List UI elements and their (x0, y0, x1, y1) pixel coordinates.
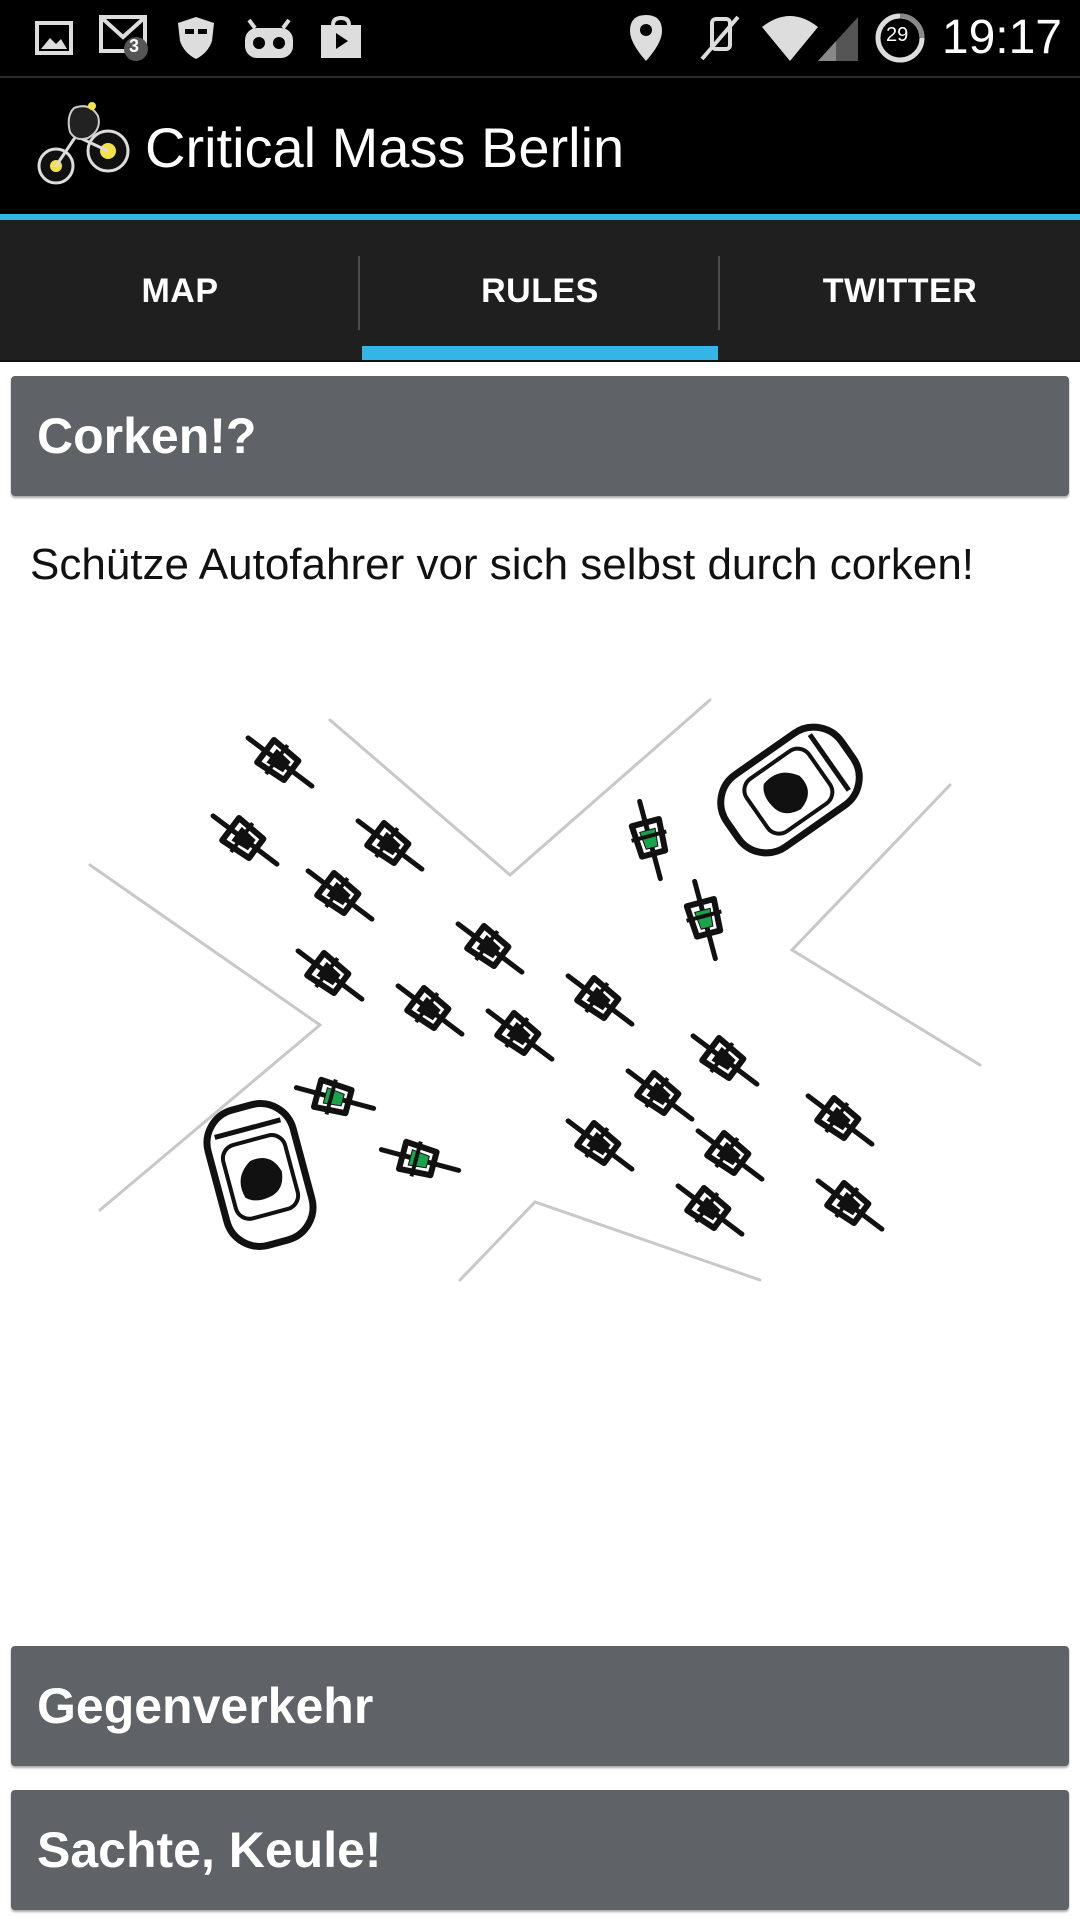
rule-header-gegenverkehr[interactable]: Gegenverkehr (11, 1646, 1069, 1766)
rule-title: Sachte, Keule! (37, 1822, 382, 1878)
location-icon (624, 10, 668, 66)
bicycle-logo-icon[interactable] (36, 96, 136, 196)
rule-title: Gegenverkehr (37, 1678, 374, 1734)
tab-map[interactable]: MAP (0, 220, 360, 362)
tab-bar-divider (0, 360, 1080, 362)
wifi-icon (760, 10, 820, 66)
status-bar: 3 29 19:17 (0, 0, 1080, 76)
tab-rules[interactable]: RULES (360, 220, 720, 362)
tab-twitter-label: TWITTER (822, 271, 978, 310)
tab-rules-label: RULES (481, 271, 599, 310)
corking-intersection-illustration (88, 698, 982, 1282)
rule-header-corken[interactable]: Corken!? (11, 376, 1069, 496)
image-icon (30, 10, 78, 66)
clock: 19:17 (941, 11, 1062, 64)
tab-twitter[interactable]: TWITTER (720, 220, 1080, 362)
rule-title: Corken!? (37, 408, 257, 464)
signal-icon (816, 10, 860, 66)
shield-icon (172, 10, 220, 66)
tab-map-label: MAP (141, 271, 219, 310)
app-title: Critical Mass Berlin (145, 116, 625, 179)
mail-icon: 3 (98, 10, 154, 66)
action-bar: Critical Mass Berlin (0, 76, 1080, 214)
battery-level: 29 (886, 24, 909, 46)
tab-bar: MAP RULES TWITTER (0, 220, 1080, 362)
notification-count: 3 (129, 36, 140, 56)
android-mascot-icon (240, 10, 298, 66)
muted-icon (696, 10, 744, 66)
rule-header-sachte-keule[interactable]: Sachte, Keule! (11, 1790, 1069, 1910)
shopping-bag-icon (316, 10, 366, 66)
rule-description: Schütze Autofahrer vor sich selbst durch… (30, 540, 975, 589)
battery-icon: 29 (872, 10, 928, 66)
